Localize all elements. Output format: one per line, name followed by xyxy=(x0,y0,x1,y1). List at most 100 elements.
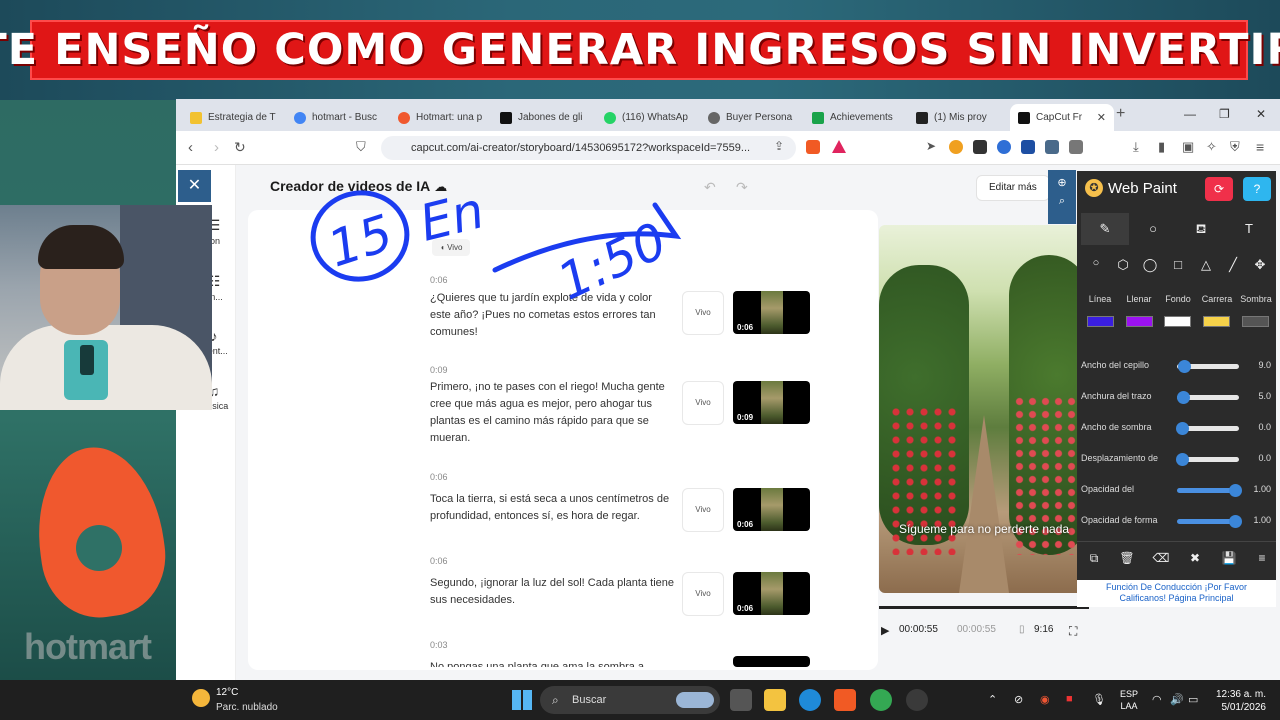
move-icon[interactable]: ✥ xyxy=(1247,257,1273,273)
shadow-color-swatch[interactable] xyxy=(1242,316,1269,327)
chrome-icon[interactable] xyxy=(870,689,892,711)
fill-bucket-icon[interactable]: ⛾ xyxy=(1177,213,1225,245)
scene-text[interactable]: No pongas una planta que ama la sombra a xyxy=(430,659,675,667)
scene-vivo-button[interactable]: Vivo xyxy=(682,381,724,425)
weather-description[interactable]: Parc. nublado xyxy=(216,702,278,713)
back-icon[interactable]: ‹ xyxy=(188,139,193,156)
brave-icon[interactable] xyxy=(834,689,856,711)
brush-width-slider[interactable] xyxy=(1177,360,1239,373)
tab-capcut-active[interactable]: CapCut Fr ✕ xyxy=(1010,104,1114,131)
tab-achievements[interactable]: Achievements xyxy=(804,104,908,131)
video-preview[interactable]: Sígueme para no perderte nada xyxy=(879,225,1089,593)
extension-icon[interactable] xyxy=(973,140,987,154)
scene-text[interactable]: Primero, ¡no te pases con el riego! Much… xyxy=(430,379,675,447)
fullscreen-icon[interactable]: ⛶ xyxy=(1069,624,1077,639)
scene-thumbnail[interactable] xyxy=(733,656,810,667)
chevron-up-icon[interactable]: ⌃ xyxy=(988,693,997,706)
playback-progress[interactable] xyxy=(879,606,1089,609)
zoom-icon[interactable]: ⊕ xyxy=(1048,176,1076,189)
extension-icon[interactable] xyxy=(1021,140,1035,154)
line-opacity-slider[interactable] xyxy=(1177,484,1242,497)
circle-small-icon[interactable]: ○ xyxy=(1083,257,1109,269)
copy-icon[interactable]: ⧉ xyxy=(1084,551,1104,566)
save-icon[interactable]: 💾 xyxy=(1219,551,1239,565)
pencil-icon[interactable]: ✎ xyxy=(1081,213,1129,245)
new-tab-icon[interactable]: + xyxy=(1116,105,1125,123)
extension-icon[interactable] xyxy=(1045,140,1059,154)
tab-hotmart[interactable]: Hotmart: una p xyxy=(390,104,494,131)
clear-all-icon[interactable]: ✖ xyxy=(1185,551,1205,565)
shadow-width-slider[interactable] xyxy=(1176,422,1239,435)
microphone-icon[interactable]: 🎙 xyxy=(1092,693,1106,706)
tray-icon[interactable]: ■ xyxy=(1066,693,1073,705)
leo-icon[interactable]: ✧ xyxy=(1206,139,1217,155)
edge-icon[interactable] xyxy=(799,689,821,711)
volume-icon[interactable]: 🔊 xyxy=(1170,693,1184,706)
task-view-icon[interactable] xyxy=(730,689,752,711)
scene-thumbnail[interactable]: 0:06 xyxy=(733,572,810,615)
line-color-swatch[interactable] xyxy=(1087,316,1114,327)
stroke-width-slider[interactable] xyxy=(1177,391,1239,404)
shape-opacity-slider[interactable] xyxy=(1177,515,1242,528)
close-icon[interactable]: ✕ xyxy=(178,170,211,202)
aspect-icon[interactable]: ▯ xyxy=(1019,624,1025,635)
brave-shield-icon[interactable] xyxy=(806,140,820,154)
scene-vivo-button[interactable]: Vivo xyxy=(682,572,724,616)
url-field[interactable]: capcut.com/ai-creator/storyboard/1453069… xyxy=(381,136,796,160)
tray-icon[interactable]: ◉ xyxy=(1040,693,1050,706)
slider-knob[interactable] xyxy=(1229,515,1242,528)
text-tool-icon[interactable]: T xyxy=(1225,213,1273,245)
weather-temperature[interactable]: 12°C xyxy=(216,687,238,698)
forward-icon[interactable]: › xyxy=(214,139,219,156)
line-icon[interactable]: ╱ xyxy=(1220,257,1246,273)
eraser-circle-icon[interactable]: ○ xyxy=(1129,213,1177,245)
menu-icon[interactable]: ≡ xyxy=(1256,139,1264,155)
tab-whatsapp[interactable]: (116) WhatsAp xyxy=(596,104,700,131)
slider-knob[interactable] xyxy=(1229,484,1242,497)
file-explorer-icon[interactable] xyxy=(764,689,786,711)
play-icon[interactable]: ▶ xyxy=(881,624,889,637)
square-icon[interactable]: □ xyxy=(1165,257,1191,272)
app-icon[interactable] xyxy=(906,689,928,711)
bookmark-icon[interactable]: ⛉ xyxy=(356,139,366,155)
windows-start-icon[interactable] xyxy=(512,690,532,710)
tab-jabones[interactable]: Jabones de gli xyxy=(492,104,596,131)
share-icon[interactable]: ⇪ xyxy=(774,139,784,153)
slider-knob[interactable] xyxy=(1178,360,1191,373)
tab-buyer-persona[interactable]: Buyer Persona xyxy=(700,104,804,131)
tab-mis-proyectos[interactable]: (1) Mis proy xyxy=(908,104,1012,131)
scene-text[interactable]: ¿Quieres que tu jardín explote de vida y… xyxy=(430,290,675,341)
slider-knob[interactable] xyxy=(1176,453,1189,466)
edit-more-button[interactable]: Editar más xyxy=(976,175,1050,201)
delete-icon[interactable]: 🗑 xyxy=(1117,551,1137,565)
shadow-offset-slider[interactable] xyxy=(1176,453,1239,466)
weather-icon[interactable] xyxy=(192,689,210,707)
help-button[interactable]: ? xyxy=(1243,177,1271,201)
settings-menu-icon[interactable]: ≡ xyxy=(1252,551,1272,565)
scene-text[interactable]: Segundo, ¡ignorar la luz del sol! Cada p… xyxy=(430,575,675,609)
fill-color-swatch[interactable] xyxy=(1126,316,1153,327)
brave-rewards-icon[interactable] xyxy=(832,140,846,153)
eraser-icon[interactable]: ⌫ xyxy=(1151,551,1171,565)
circle-icon[interactable]: ◯ xyxy=(1137,257,1163,273)
search-icon[interactable]: ⌕ xyxy=(1048,195,1076,208)
undo-icon[interactable]: ↶ xyxy=(704,179,716,196)
download-icon[interactable]: ⤓ xyxy=(1133,139,1139,155)
search-highlight-icon[interactable] xyxy=(676,692,714,708)
sidebar-icon[interactable]: ▮ xyxy=(1158,139,1165,155)
refresh-button[interactable]: ⟳ xyxy=(1205,177,1233,201)
battery-icon[interactable]: ▭ xyxy=(1188,693,1198,706)
hexagon-icon[interactable]: ⬡ xyxy=(1110,257,1136,273)
close-tab-icon[interactable]: ✕ xyxy=(1097,111,1106,124)
scene-thumbnail[interactable]: 0:06 xyxy=(733,488,810,531)
slider-knob[interactable] xyxy=(1177,391,1190,404)
scene-vivo-button[interactable]: Vivo xyxy=(682,291,724,335)
maximize-icon[interactable]: ❐ xyxy=(1219,107,1230,121)
tab-hotmart-search[interactable]: hotmart - Busc xyxy=(286,104,390,131)
footer-links-line2[interactable]: Calificanos! Página Principal xyxy=(1077,593,1276,604)
clock[interactable]: 12:36 a. m. 5/01/2026 xyxy=(1206,688,1266,714)
minimize-icon[interactable]: — xyxy=(1184,107,1196,121)
footer-links-line1[interactable]: Función De Conducción ¡Por Favor xyxy=(1077,582,1276,593)
wallet-icon[interactable]: ▣ xyxy=(1182,139,1194,155)
scene-thumbnail[interactable]: 0:06 xyxy=(733,291,810,334)
